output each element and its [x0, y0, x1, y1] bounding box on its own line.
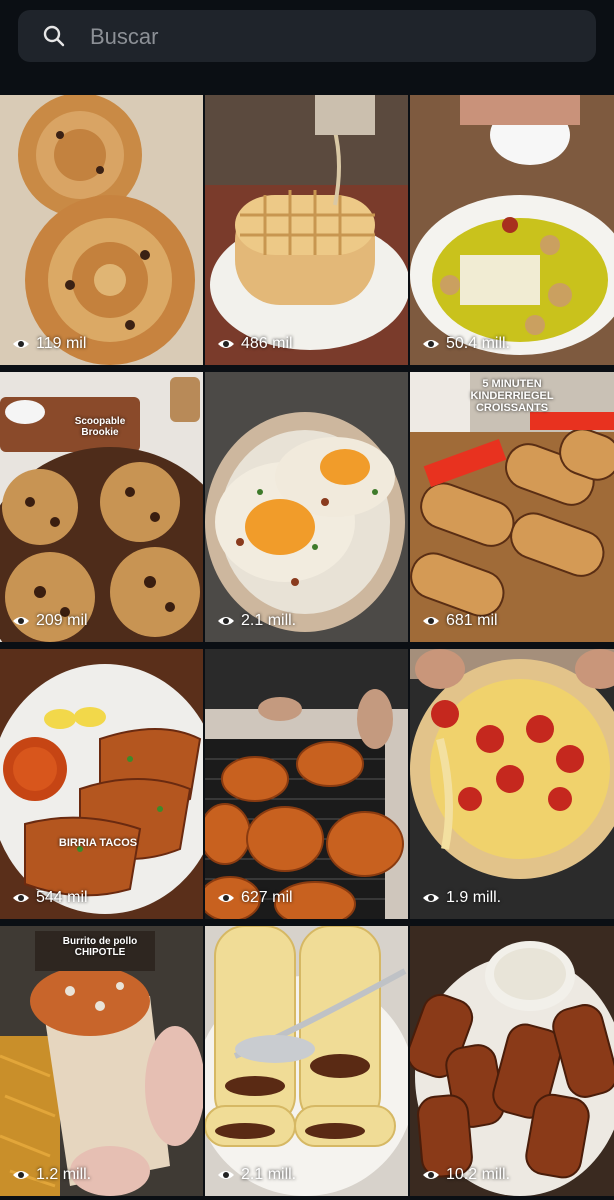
view-count: 2.1 mill.	[217, 612, 296, 630]
eye-icon	[218, 340, 234, 348]
video-thumbnail[interactable]: 10.2 mill.	[410, 926, 614, 1196]
video-thumbnail[interactable]: 486 mil	[205, 95, 408, 365]
thumbnail-image	[410, 926, 614, 1196]
view-count-label: 209 mil	[36, 612, 88, 629]
thumbnail-image	[0, 926, 203, 1196]
video-grid: 119 mil 486 mil 50.4 mill. Scoopable Bro…	[0, 95, 614, 1200]
video-thumbnail[interactable]: BIRRIA TACOS 544 mil	[0, 649, 203, 919]
top-bar: Buscar	[0, 0, 614, 92]
thumbnail-image	[410, 95, 614, 365]
video-thumbnail[interactable]: Scoopable Brookie 209 mil	[0, 372, 203, 642]
view-count-label: 627 mil	[241, 889, 293, 906]
eye-icon	[13, 894, 29, 902]
video-thumbnail[interactable]: 627 mil	[205, 649, 408, 919]
eye-icon	[13, 340, 29, 348]
eye-icon	[218, 617, 234, 625]
thumbnail-image	[205, 926, 408, 1196]
view-count-label: 50.4 mill.	[446, 335, 511, 352]
video-thumbnail[interactable]: Burrito de pollo CHIPOTLE 1.2 mill.	[0, 926, 203, 1196]
thumbnail-image	[0, 649, 203, 919]
view-count: 681 mil	[422, 612, 498, 630]
view-count: 486 mil	[217, 335, 293, 353]
video-thumbnail[interactable]: 2.1 mill.	[205, 372, 408, 642]
overlay-caption: 5 MINUTEN KINDERRIEGEL CROISSANTS	[470, 378, 554, 414]
view-count-label: 10.2 mill.	[446, 1166, 511, 1183]
overlay-caption: Scoopable Brookie	[74, 416, 126, 438]
eye-icon	[218, 894, 234, 902]
view-count: 2.1 mill.	[217, 1166, 296, 1184]
thumbnail-image	[205, 649, 408, 919]
view-count: 50.4 mill.	[422, 335, 510, 353]
view-count: 1.9 mill.	[422, 889, 501, 907]
thumbnail-image	[205, 372, 408, 642]
view-count-label: 544 mil	[36, 889, 88, 906]
view-count-label: 119 mil	[36, 335, 87, 352]
search-input[interactable]: Buscar	[18, 10, 596, 62]
view-count-label: 2.1 mill.	[241, 612, 297, 629]
view-count-label: 681 mil	[446, 612, 498, 629]
view-count-label: 1.9 mill.	[446, 889, 502, 906]
eye-icon	[218, 1171, 234, 1179]
view-count: 627 mil	[217, 889, 293, 907]
overlay-caption: Burrito de pollo CHIPOTLE	[62, 936, 138, 958]
video-thumbnail[interactable]: 5 MINUTEN KINDERRIEGEL CROISSANTS 681 mi…	[410, 372, 614, 642]
overlay-caption: BIRRIA TACOS	[58, 837, 138, 849]
video-thumbnail[interactable]: 1.9 mill.	[410, 649, 614, 919]
eye-icon	[423, 1171, 439, 1179]
video-thumbnail[interactable]: 50.4 mill.	[410, 95, 614, 365]
thumbnail-image	[0, 95, 203, 365]
thumbnail-image	[0, 372, 203, 642]
view-count: 1.2 mill.	[12, 1166, 91, 1184]
view-count: 544 mil	[12, 889, 88, 907]
view-count: 119 mil	[12, 335, 86, 353]
view-count-label: 486 mil	[241, 335, 293, 352]
thumbnail-image	[205, 95, 408, 365]
search-placeholder: Buscar	[90, 24, 159, 49]
view-count-label: 1.2 mill.	[36, 1166, 92, 1183]
video-thumbnail[interactable]: 2.1 mill.	[205, 926, 408, 1196]
eye-icon	[423, 617, 439, 625]
eye-icon	[13, 617, 29, 625]
view-count: 10.2 mill.	[422, 1166, 510, 1184]
video-thumbnail[interactable]: 119 mil	[0, 95, 203, 365]
search-icon	[43, 25, 65, 47]
view-count-label: 2.1 mill.	[241, 1166, 297, 1183]
thumbnail-image	[410, 649, 614, 919]
eye-icon	[423, 340, 439, 348]
eye-icon	[423, 894, 439, 902]
eye-icon	[13, 1171, 29, 1179]
view-count: 209 mil	[12, 612, 88, 630]
